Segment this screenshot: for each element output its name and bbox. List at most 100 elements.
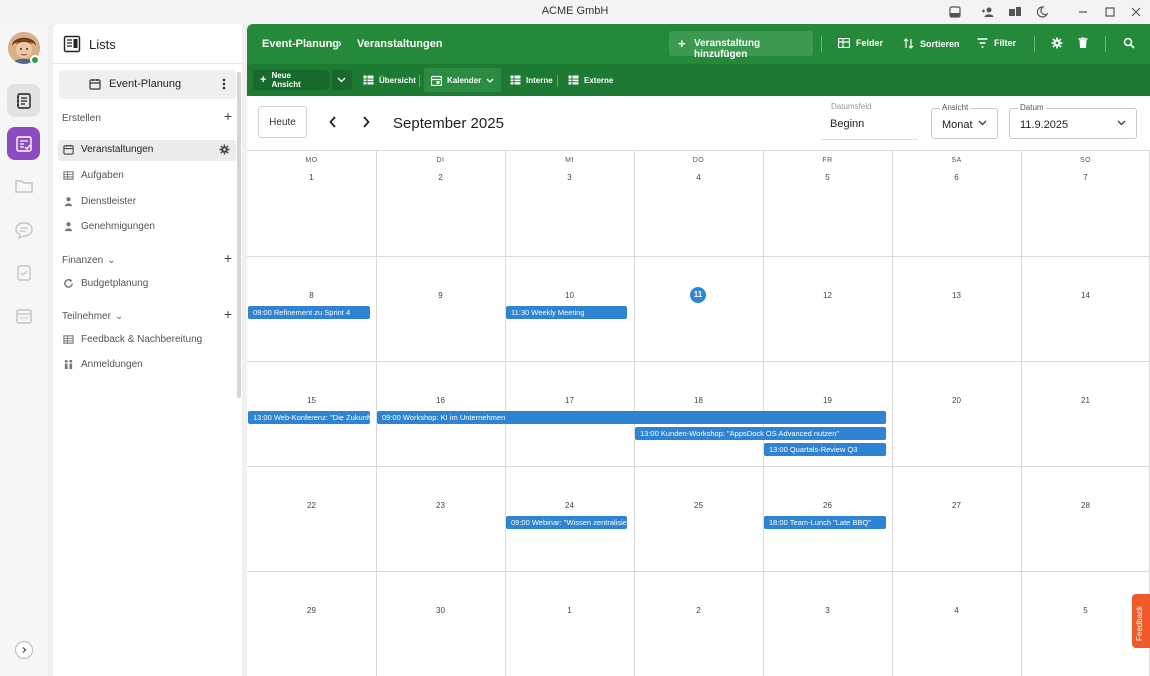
minimize-icon[interactable] [1075,4,1091,20]
gear-icon[interactable] [219,144,230,155]
breadcrumb-list[interactable]: Veranstaltungen [357,38,443,50]
calendar-event[interactable]: 09:00 Webinar: "Wissen zentralisieren [506,516,627,529]
day-number[interactable]: 12 [763,291,892,300]
rail-lists-book-button[interactable] [7,84,40,117]
more-vertical-icon[interactable] [222,77,226,91]
calendar-event[interactable]: 11:30 Weekly Meeting [506,306,627,319]
date-field-select[interactable]: Datumsfeld Beginn [821,102,918,140]
day-number[interactable]: 22 [247,501,376,510]
day-number[interactable]: 6 [892,173,1021,182]
chevron-left-icon[interactable] [329,116,337,128]
calendar-event[interactable]: 13:00 Web-Konferenz: "Die Zukunft [248,411,370,424]
sort-button[interactable]: Sortieren [903,38,960,49]
fields-button[interactable]: Felder [838,38,883,48]
day-number[interactable]: 8 [247,291,376,300]
day-number[interactable]: 7 [1021,173,1150,182]
folder-icon[interactable] [7,169,40,202]
day-number[interactable]: 28 [1021,501,1150,510]
view-select[interactable]: Ansicht Monat [931,103,998,139]
day-number[interactable]: 23 [376,501,505,510]
add-user-icon[interactable] [980,4,996,20]
add-event-label: Veranstaltung hinzufügen [694,38,761,60]
day-number[interactable]: 9 [376,291,505,300]
day-number[interactable]: 13 [892,291,1021,300]
calendar-event[interactable]: 18:00 Team-Lunch "Late BBQ" [764,516,886,529]
panel-icon[interactable] [947,4,963,20]
close-icon[interactable] [1128,4,1144,20]
today-button[interactable]: Heute [258,106,307,138]
day-number[interactable]: 21 [1021,396,1150,405]
today-marker[interactable]: 11 [690,287,706,303]
calendar-icon [63,144,74,155]
day-number[interactable]: 16 [376,396,505,405]
calendar-event[interactable]: 09:00 Refinement zu Sprint 4 [248,306,370,319]
views-dropdown-button[interactable] [332,70,352,90]
trash-icon[interactable] [1078,37,1088,49]
teilnehmer-plus-icon[interactable]: + [224,306,232,322]
day-number[interactable]: 4 [892,606,1021,615]
day-number[interactable]: 10 [505,291,634,300]
maximize-icon[interactable] [1102,4,1118,20]
nav-item-dienstleister[interactable]: Dienstleister [58,192,236,213]
view-tab-internal[interactable]: Interne [503,70,560,90]
chat-icon[interactable] [7,213,40,246]
day-number[interactable]: 3 [505,173,634,182]
day-number[interactable]: 4 [634,173,763,182]
tasks-icon[interactable] [7,256,40,289]
breadcrumb-workspace[interactable]: Event-Planung [262,38,339,50]
finanzen-plus-icon[interactable]: + [224,250,232,266]
new-view-button[interactable]: + Neue Ansicht [253,70,329,90]
chevron-right-icon[interactable] [362,116,370,128]
group-finanzen[interactable]: Finanzen ⌄ [62,255,116,266]
feedback-tab[interactable]: Feedback [1132,594,1150,648]
view-tab-overview[interactable]: Übersicht [356,70,423,90]
day-number[interactable]: 24 [505,501,634,510]
day-number[interactable]: 26 [763,501,892,510]
expand-rail-button[interactable] [15,641,33,659]
day-number[interactable]: 1 [505,606,634,615]
calendar-event[interactable]: 09:00 Workshop: KI im Unternehmen [377,411,886,424]
nav-item-veranstaltungen[interactable]: Veranstaltungen [58,140,236,161]
day-number[interactable]: 5 [1021,606,1150,615]
users-icon[interactable] [1007,4,1023,20]
day-number[interactable]: 29 [247,606,376,615]
day-number[interactable]: 20 [892,396,1021,405]
nav-item-genehmigungen[interactable]: Genehmigungen [58,217,236,238]
add-event-button[interactable]: + Veranstaltung hinzufügen [669,31,813,60]
day-number[interactable]: 2 [634,606,763,615]
day-number[interactable]: 18 [634,396,763,405]
view-tab-calendar[interactable]: Kalender [424,68,502,92]
filter-button[interactable]: Filter [977,38,1016,48]
day-number[interactable]: 19 [763,396,892,405]
view-tab-external[interactable]: Externe [561,70,620,90]
panel-scrollbar[interactable] [237,72,241,398]
date-picker[interactable]: Datum 11.9.2025 [1009,103,1137,139]
day-number[interactable]: 14 [1021,291,1150,300]
day-number[interactable]: 5 [763,173,892,182]
nav-item-aufgaben[interactable]: Aufgaben [58,166,236,187]
day-number[interactable]: 2 [376,173,505,182]
nav-item-feedback[interactable]: Feedback & Nachbereitung [58,330,236,351]
day-number[interactable]: 3 [763,606,892,615]
nav-item-anmeldungen[interactable]: Anmeldungen [58,355,236,376]
day-number[interactable]: 1 [247,173,376,182]
calendar-event[interactable]: 13:00 Quartals-Review Q3 [764,443,886,456]
nav-item-label: Genehmigungen [81,221,155,232]
gear-icon[interactable] [1051,37,1063,49]
workspace-selector[interactable]: Event-Planung [59,70,236,99]
day-number[interactable]: 25 [634,501,763,510]
day-number[interactable]: 17 [505,396,634,405]
nav-item-budgetplanung[interactable]: Budgetplanung [58,274,236,295]
day-number[interactable]: 27 [892,501,1021,510]
rail-lists-button[interactable] [7,127,40,160]
group-teilnehmer[interactable]: Teilnehmer ⌄ [62,311,123,322]
weekday-header: MI [565,157,574,164]
calendar-event[interactable]: 13:00 Kunden-Workshop: "AppsDock OS Adva… [635,427,886,440]
create-plus-icon[interactable]: + [224,108,232,124]
calendar-icon[interactable] [7,299,40,332]
theme-icon[interactable] [1034,4,1050,20]
day-number[interactable]: 15 [247,396,376,405]
grid-line [247,571,1150,572]
search-icon[interactable] [1123,37,1135,49]
day-number[interactable]: 30 [376,606,505,615]
